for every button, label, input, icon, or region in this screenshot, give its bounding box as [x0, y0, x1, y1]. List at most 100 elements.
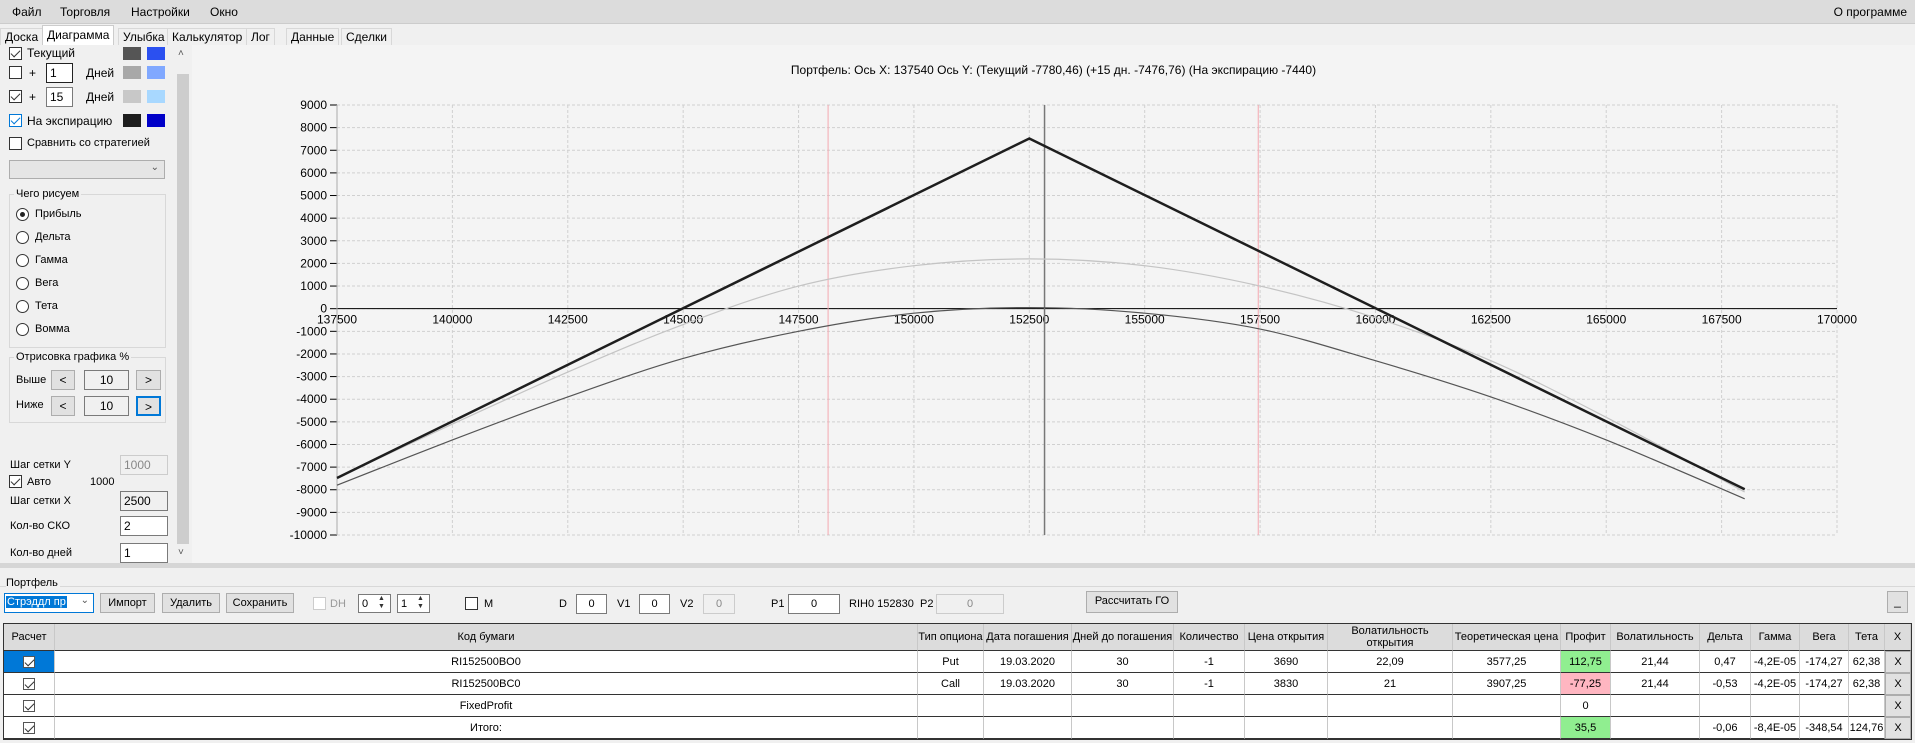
table-cell	[1453, 695, 1561, 717]
y-tick-label: -1000	[296, 324, 327, 338]
d-input[interactable]: 0	[576, 594, 607, 614]
column-header[interactable]: Тета	[1849, 624, 1885, 651]
ticker-price: RIH0 152830	[849, 598, 914, 610]
y-tick-label: 2000	[300, 256, 327, 270]
table-cell: 19.03.2020	[984, 651, 1072, 673]
spinner-arrows-icon[interactable]: ▲ ▼	[378, 595, 385, 611]
cell-text: -4,2E-05	[1753, 655, 1797, 668]
remove-row-button[interactable]: X	[1885, 695, 1911, 717]
table-cell: 21,44	[1611, 651, 1700, 673]
spinner-2[interactable]: 1	[397, 594, 430, 613]
y-tick-label: -2000	[296, 347, 327, 361]
table-cell	[1611, 717, 1700, 739]
remove-icon: X	[1894, 722, 1902, 734]
y-tick-label: -3000	[296, 370, 327, 384]
cell-text: 21	[1383, 677, 1397, 690]
table-cell: Итого:	[55, 717, 918, 739]
x-tick-label: 167500	[1702, 313, 1742, 327]
remove-row-button[interactable]: X	[1885, 673, 1911, 695]
column-header[interactable]: Вега	[1800, 624, 1849, 651]
column-header[interactable]: Код бумаги	[55, 624, 918, 651]
dh-label: DH	[330, 598, 346, 610]
table-cell: 3907,25	[1453, 673, 1561, 695]
table-cell: RI152500BO0	[55, 651, 918, 673]
panel-splitter[interactable]	[0, 563, 1915, 568]
calc-cell[interactable]	[4, 717, 55, 739]
p1-input[interactable]: 0	[788, 594, 840, 614]
column-header[interactable]: Расчет	[4, 624, 55, 651]
save-button[interactable]: Сохранить	[226, 593, 294, 613]
profit-chart[interactable]: 137500 140000 142500 145000 147500 150000 1525…	[0, 0, 1915, 570]
x-tick-label: 142500	[548, 313, 588, 327]
cell-text: 124,76	[1849, 721, 1884, 734]
column-header[interactable]: Дата погашения	[984, 624, 1072, 651]
x-tick-label: 147500	[779, 313, 819, 327]
calc-cell[interactable]	[4, 673, 55, 695]
table-cell	[1072, 717, 1174, 739]
table-cell	[1174, 717, 1245, 739]
cell-text: -0,06	[1712, 721, 1738, 734]
cell-text: 30	[1116, 655, 1129, 668]
strategy-select[interactable]: Стрэддл пр ⌄	[4, 593, 94, 613]
cell-text: RI152500BO0	[451, 655, 521, 668]
spinner-arrows-icon[interactable]: ▲ ▼	[417, 595, 424, 611]
v1-input[interactable]: 0	[639, 594, 670, 614]
v2-label: V2	[680, 598, 694, 610]
import-button[interactable]: Импорт	[100, 593, 155, 613]
calc-checkbox[interactable]	[23, 699, 35, 712]
cell-text: 62,38	[1852, 655, 1881, 668]
column-header[interactable]: Дельта	[1700, 624, 1751, 651]
cell-text: 3690	[1273, 655, 1299, 668]
table-cell: 22,09	[1328, 651, 1453, 673]
column-header[interactable]: Профит	[1561, 624, 1611, 651]
m-checkbox[interactable]	[465, 597, 478, 610]
column-header[interactable]: X	[1885, 624, 1911, 651]
p2-input[interactable]: 0	[936, 594, 1004, 614]
cell-text: -1	[1204, 655, 1214, 668]
table-cell: FixedProfit	[55, 695, 918, 717]
y-tick-label: -4000	[296, 392, 327, 406]
table-cell: -77,25	[1561, 673, 1611, 695]
table-cell: 62,38	[1849, 651, 1885, 673]
x-tick-label: 140000	[432, 313, 472, 327]
calc-checkbox[interactable]	[23, 677, 35, 690]
cell-text: FixedProfit	[459, 699, 513, 712]
y-tick-label: -6000	[296, 437, 327, 451]
column-header[interactable]: Цена открытия	[1245, 624, 1328, 651]
y-tick-label: 7000	[300, 143, 327, 157]
column-header[interactable]: Теоретическая цена	[1453, 624, 1561, 651]
table-cell	[1751, 695, 1800, 717]
table-cell	[1174, 695, 1245, 717]
calc-checkbox[interactable]	[23, 655, 35, 668]
table-cell	[1700, 695, 1751, 717]
strategy-selected: Стрэддл пр	[6, 596, 67, 608]
cell-text: 21,44	[1641, 655, 1669, 668]
spinner-1[interactable]: 0	[358, 594, 391, 613]
column-header[interactable]: Волатильность открытия	[1328, 624, 1453, 651]
cell-text: Put	[942, 655, 959, 668]
cell-text: -77,25	[1569, 677, 1602, 690]
calculate-go-button[interactable]: Рассчитать ГО	[1086, 591, 1178, 613]
table-cell	[1245, 717, 1328, 739]
x-tick-label: 157500	[1240, 313, 1280, 327]
delete-button[interactable]: Удалить	[162, 593, 220, 613]
v2-input[interactable]: 0	[703, 594, 735, 614]
cell-text: Call	[941, 677, 960, 690]
dh-checkbox[interactable]	[313, 597, 326, 610]
column-header[interactable]: Количество	[1174, 624, 1245, 651]
calc-cell[interactable]	[4, 651, 55, 673]
column-header[interactable]: Тип опциона	[918, 624, 984, 651]
column-header[interactable]: Волатильность	[1611, 624, 1700, 651]
minimize-button[interactable]: _	[1887, 591, 1908, 613]
calc-cell[interactable]	[4, 695, 55, 717]
cell-text: -174,27	[1805, 655, 1843, 668]
calc-checkbox[interactable]	[23, 721, 35, 734]
remove-row-button[interactable]: X	[1885, 717, 1911, 739]
column-header[interactable]: Дней до погашения	[1072, 624, 1174, 651]
column-header[interactable]: Гамма	[1751, 624, 1800, 651]
table-cell: -1	[1174, 673, 1245, 695]
table-cell	[918, 695, 984, 717]
remove-row-button[interactable]: X	[1885, 651, 1911, 673]
cell-text: -8,4E-05	[1753, 721, 1797, 734]
table-cell: 21,44	[1611, 673, 1700, 695]
